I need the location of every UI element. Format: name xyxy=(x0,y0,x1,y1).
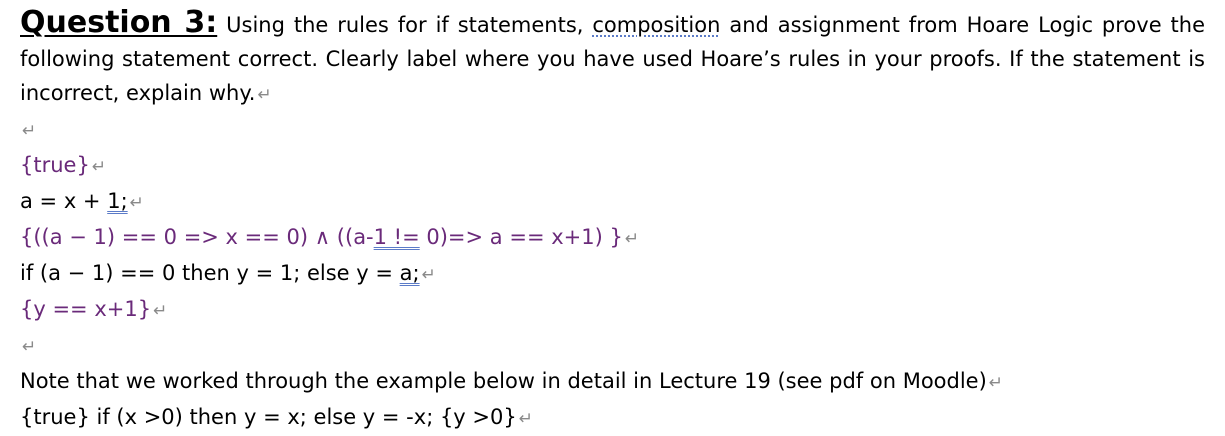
example-text: {true} if (x >0) then y = x; else y = -x… xyxy=(20,405,517,429)
assignment-line: a = x + 1; ↵ xyxy=(20,184,1205,220)
assertion-part-a: {((a − 1) == 0 => x == 0) ∧ ((a- xyxy=(20,225,374,249)
precondition: {true} xyxy=(20,153,90,177)
empty-line: ↵ xyxy=(20,328,1205,364)
empty-line: ↵ xyxy=(20,112,1205,148)
assignment-value: 1; xyxy=(107,189,128,213)
paragraph-mark-icon: ↵ xyxy=(421,265,436,285)
if-prefix: if (a − 1) == 0 then y = 1; else y = xyxy=(20,261,400,285)
paragraph-mark-icon: ↵ xyxy=(22,121,37,141)
postcondition-line: {y == x+1} ↵ xyxy=(20,292,1205,328)
paragraph-mark-icon: ↵ xyxy=(153,301,168,321)
question-text-composition: composition xyxy=(592,13,721,37)
document-page: Question 3: Using the rules for if state… xyxy=(20,6,1205,436)
if-value: a; xyxy=(399,261,420,285)
paragraph-mark-icon: ↵ xyxy=(257,85,272,105)
intermediate-assertion-line: {((a − 1) == 0 => x == 0) ∧ ((a-1 != 0)=… xyxy=(20,220,1205,256)
paragraph-mark-icon: ↵ xyxy=(518,409,533,429)
paragraph-mark-icon: ↵ xyxy=(22,337,37,357)
question-text-a: Using the rules for if statements, xyxy=(217,13,593,37)
question-title: Question 3: xyxy=(20,5,218,40)
paragraph-mark-icon: ↵ xyxy=(624,229,640,249)
note-line: Note that we worked through the example … xyxy=(20,364,1205,400)
example-line: {true} if (x >0) then y = x; else y = -x… xyxy=(20,400,1205,436)
paragraph-mark-icon: ↵ xyxy=(129,193,144,213)
paragraph-mark-icon: ↵ xyxy=(988,373,1004,393)
assertion-part-c: 0)=> a == x+1) } xyxy=(419,225,623,249)
paragraph-mark-icon: ↵ xyxy=(91,157,107,177)
assignment-prefix: a = x + xyxy=(20,189,108,213)
if-statement-line: if (a − 1) == 0 then y = 1; else y = a; ↵ xyxy=(20,256,1205,292)
precondition-line: {true} ↵ xyxy=(20,148,1205,184)
assertion-part-b: 1 != xyxy=(373,225,420,249)
note-text: Note that we worked through the example … xyxy=(20,369,987,393)
postcondition: {y == x+1} xyxy=(20,297,152,321)
question-paragraph: Question 3: Using the rules for if state… xyxy=(20,6,1205,112)
